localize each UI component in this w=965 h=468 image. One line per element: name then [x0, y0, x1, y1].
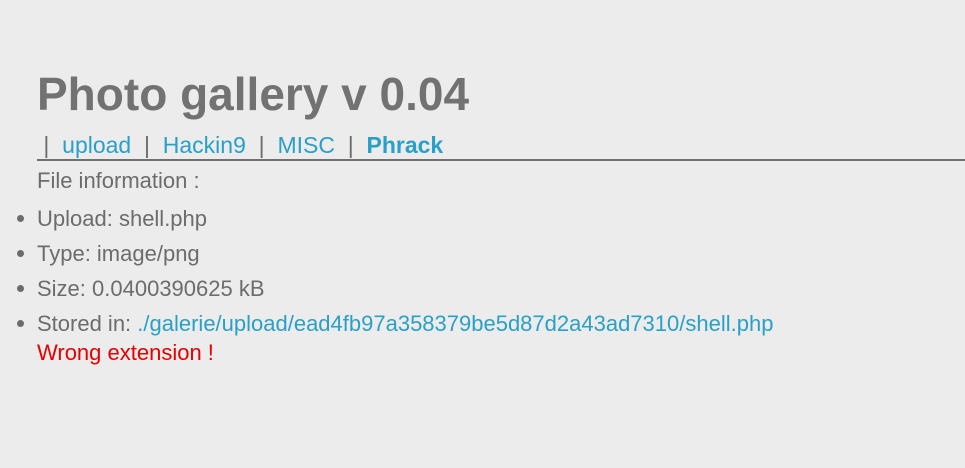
bullet-icon — [17, 215, 24, 222]
nav-separator: | — [252, 132, 272, 158]
nav-separator: | — [341, 132, 361, 158]
size-label: Size: — [37, 276, 93, 301]
nav-link-hackin9[interactable]: Hackin9 — [163, 132, 246, 158]
file-info-list: Upload: shell.php Type: image/png Size: … — [17, 201, 773, 341]
nav-link-upload[interactable]: upload — [62, 132, 131, 158]
list-item-type: Type: image/png — [17, 236, 773, 271]
list-item-upload: Upload: shell.php — [17, 201, 773, 236]
page: Photo gallery v 0.04 | upload | Hackin9 … — [0, 0, 965, 468]
page-title: Photo gallery v 0.04 — [37, 68, 470, 120]
file-info-heading: File information : — [37, 168, 200, 193]
bullet-icon — [17, 320, 24, 327]
size-value: 0.0400390625 kB — [92, 276, 265, 301]
bullet-icon — [17, 250, 24, 257]
upload-label: Upload: — [37, 206, 119, 231]
list-item-stored-in: Stored in: ./galerie/upload/ead4fb97a358… — [17, 306, 773, 341]
stored-in-label: Stored in: — [37, 311, 138, 336]
nav-bar: | upload | Hackin9 | MISC | Phrack — [37, 131, 965, 161]
type-label: Type: — [37, 241, 97, 266]
nav-separator: | — [37, 132, 56, 158]
upload-value: shell.php — [118, 206, 208, 231]
bullet-icon — [17, 285, 24, 292]
nav-separator: | — [137, 132, 157, 158]
error-message: Wrong extension ! — [37, 340, 214, 365]
nav-link-phrack[interactable]: Phrack — [366, 132, 443, 158]
list-item-size: Size: 0.0400390625 kB — [17, 271, 773, 306]
stored-file-link[interactable]: ./galerie/upload/ead4fb97a358379be5d87d2… — [137, 311, 773, 336]
nav-link-misc[interactable]: MISC — [277, 132, 335, 158]
type-value: image/png — [96, 241, 200, 266]
